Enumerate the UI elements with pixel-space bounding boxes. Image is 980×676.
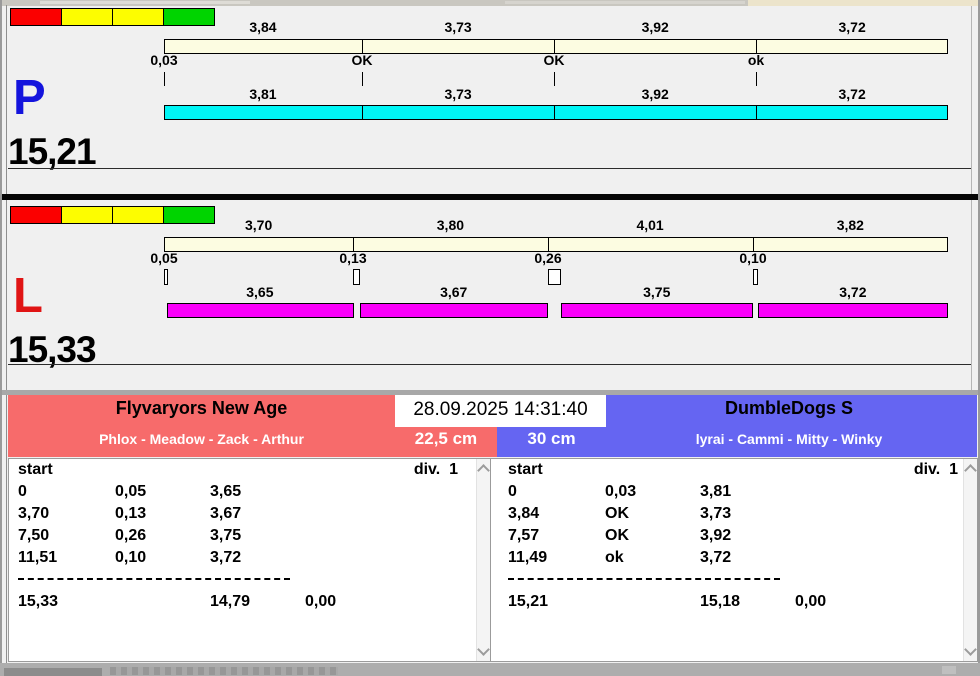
table-cell: 0 — [18, 484, 27, 500]
table-cell: OK — [605, 506, 629, 522]
table-cell: OK — [605, 528, 629, 544]
table-cell: 3,84 — [508, 506, 539, 522]
table-cell: 0,13 — [115, 506, 146, 522]
table-cell: 3,72 — [700, 550, 731, 566]
table-total-penalty: 0,00 — [795, 594, 826, 610]
table-cell: 0,03 — [605, 484, 636, 500]
right-table-scrollbar[interactable] — [963, 459, 977, 661]
table-header-start: start — [508, 462, 543, 478]
tables-canvas: start div. 1 0 0,05 3,65 3,70 0,13 3,67 7,50 0,26… — [0, 0, 980, 676]
table-cell: 3,81 — [700, 484, 731, 500]
chevron-down-icon[interactable] — [477, 643, 490, 656]
table-header-division: div. 1 — [873, 462, 958, 478]
table-cell: 3,72 — [210, 550, 241, 566]
flyball-timer-window: 3,843,733,923,720,03OKOKok3,813,733,923,… — [0, 0, 980, 676]
table-dashed-separator — [508, 578, 780, 580]
table-cell: 3,65 — [210, 484, 241, 500]
table-cell: 3,70 — [18, 506, 49, 522]
table-cell: 3,75 — [210, 528, 241, 544]
table-cell: 11,49 — [508, 550, 547, 566]
table-total-time: 15,21 — [508, 594, 548, 610]
chevron-up-icon[interactable] — [964, 464, 977, 477]
table-cell: 3,73 — [700, 506, 731, 522]
table-cell: 0 — [508, 484, 517, 500]
table-cell: 3,92 — [700, 528, 731, 544]
table-cell: ok — [605, 550, 624, 566]
table-total-time: 15,33 — [18, 594, 58, 610]
table-cell: 0,10 — [115, 550, 146, 566]
table-header-start: start — [18, 462, 53, 478]
table-dashed-separator — [18, 578, 290, 580]
table-cell: 0,26 — [115, 528, 146, 544]
table-cell: 3,67 — [210, 506, 241, 522]
table-cell: 7,50 — [18, 528, 49, 544]
table-total-runs: 15,18 — [700, 594, 740, 610]
bottom-strip-text-smudge — [110, 667, 338, 675]
chevron-up-icon[interactable] — [477, 464, 490, 477]
bottom-strip-button — [4, 668, 102, 676]
table-total-penalty: 0,00 — [305, 594, 336, 610]
left-table-scrollbar[interactable] — [476, 459, 490, 661]
table-cell: 7,57 — [508, 528, 539, 544]
table-cell: 0,05 — [115, 484, 146, 500]
table-cell: 11,51 — [18, 550, 57, 566]
table-header-division: div. 1 — [373, 462, 458, 478]
table-total-runs: 14,79 — [210, 594, 250, 610]
chevron-down-icon[interactable] — [964, 643, 977, 656]
bottom-strip-mark — [942, 666, 956, 674]
